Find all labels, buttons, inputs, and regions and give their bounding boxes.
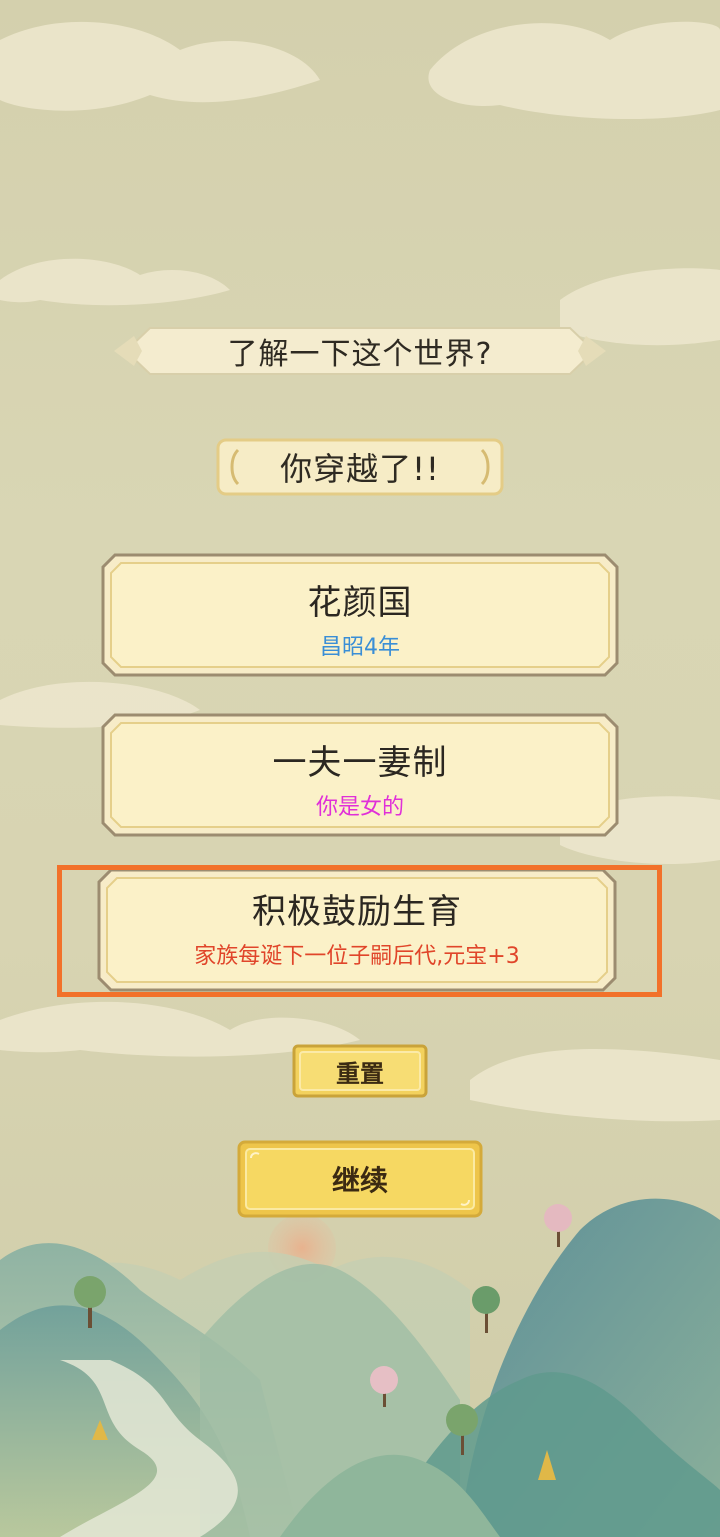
banner-title: 了解一下这个世界? <box>227 337 493 372</box>
card-title: 一夫一妻制 <box>272 743 448 783</box>
reset-button-label: 重置 <box>336 1059 384 1088</box>
sub-banner-title: 你穿越了!! <box>280 450 440 488</box>
card-title: 花颜国 <box>307 583 413 623</box>
card-subtitle: 昌昭4年 <box>320 635 400 660</box>
world-card-marriage[interactable]: 一夫一妻制 你是女的 <box>101 713 619 837</box>
selection-highlight <box>57 865 662 997</box>
continue-button-label: 继续 <box>331 1164 388 1197</box>
transmigration-banner: 你穿越了!! <box>216 436 504 498</box>
world-intro-banner: 了解一下这个世界? <box>112 322 608 380</box>
reset-button[interactable]: 重置 <box>292 1044 428 1098</box>
continue-button[interactable]: 继续 <box>237 1140 483 1218</box>
card-subtitle: 你是女的 <box>315 795 404 820</box>
world-card-country[interactable]: 花颜国 昌昭4年 <box>101 553 619 677</box>
